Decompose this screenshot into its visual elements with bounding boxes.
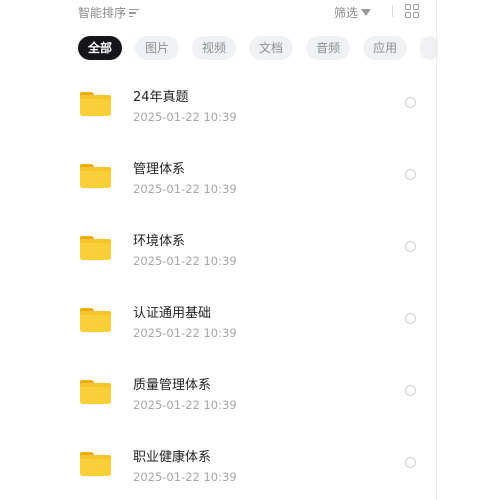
item-date: 2025-01-22 10:39 xyxy=(133,470,237,484)
tab-apps[interactable]: 应用 xyxy=(363,36,408,60)
item-date: 2025-01-22 10:39 xyxy=(133,110,237,124)
top-bar: 智能排序 筛选 xyxy=(62,0,438,26)
item-date: 2025-01-22 10:39 xyxy=(133,326,237,340)
item-name: 环境体系 xyxy=(133,234,186,249)
category-tabs: 全部 图片 视频 文档 音频 应用 xyxy=(78,36,438,60)
select-radio-icon[interactable] xyxy=(405,241,416,252)
file-manager-screen: 智能排序 筛选 全部 图片 视频 文档 音频 应用 24年真题 2025-01-… xyxy=(62,0,438,500)
folder-icon xyxy=(80,380,111,404)
select-radio-icon[interactable] xyxy=(405,385,416,396)
item-name: 管理体系 xyxy=(133,162,186,177)
sort-lines-icon xyxy=(129,8,140,18)
tab-videos[interactable]: 视频 xyxy=(192,36,237,60)
folder-icon xyxy=(80,452,111,476)
folder-icon xyxy=(80,164,111,188)
tab-audio[interactable]: 音频 xyxy=(306,36,351,60)
list-item[interactable]: 职业健康体系 2025-01-22 10:39 xyxy=(62,446,438,500)
folder-icon xyxy=(80,92,111,116)
tab-all[interactable]: 全部 xyxy=(78,36,123,60)
item-name: 24年真题 xyxy=(133,90,189,105)
toolbar-divider xyxy=(392,5,393,17)
folder-icon xyxy=(80,236,111,260)
tab-images[interactable]: 图片 xyxy=(135,36,180,60)
list-item[interactable]: 管理体系 2025-01-22 10:39 xyxy=(62,158,438,218)
list-item[interactable]: 认证通用基础 2025-01-22 10:39 xyxy=(62,302,438,362)
folder-icon xyxy=(80,308,111,332)
filter-label: 筛选 xyxy=(334,6,359,20)
item-date: 2025-01-22 10:39 xyxy=(133,254,237,268)
item-name: 职业健康体系 xyxy=(133,450,212,465)
item-name: 质量管理体系 xyxy=(133,378,212,393)
grid-view-icon[interactable] xyxy=(405,4,419,18)
select-radio-icon[interactable] xyxy=(405,457,416,468)
select-radio-icon[interactable] xyxy=(405,97,416,108)
list-item[interactable]: 24年真题 2025-01-22 10:39 xyxy=(62,86,438,146)
screen-edge xyxy=(436,0,437,500)
list-item[interactable]: 质量管理体系 2025-01-22 10:39 xyxy=(62,374,438,434)
item-date: 2025-01-22 10:39 xyxy=(133,182,237,196)
filter-button[interactable]: 筛选 xyxy=(334,4,372,21)
sort-label: 智能排序 xyxy=(78,6,127,20)
list-item[interactable]: 环境体系 2025-01-22 10:39 xyxy=(62,230,438,290)
item-name: 认证通用基础 xyxy=(133,306,212,321)
select-radio-icon[interactable] xyxy=(405,169,416,180)
tab-documents[interactable]: 文档 xyxy=(249,36,294,60)
item-date: 2025-01-22 10:39 xyxy=(133,398,237,412)
select-radio-icon[interactable] xyxy=(405,313,416,324)
sort-button[interactable]: 智能排序 xyxy=(78,4,140,21)
funnel-icon xyxy=(361,9,372,16)
